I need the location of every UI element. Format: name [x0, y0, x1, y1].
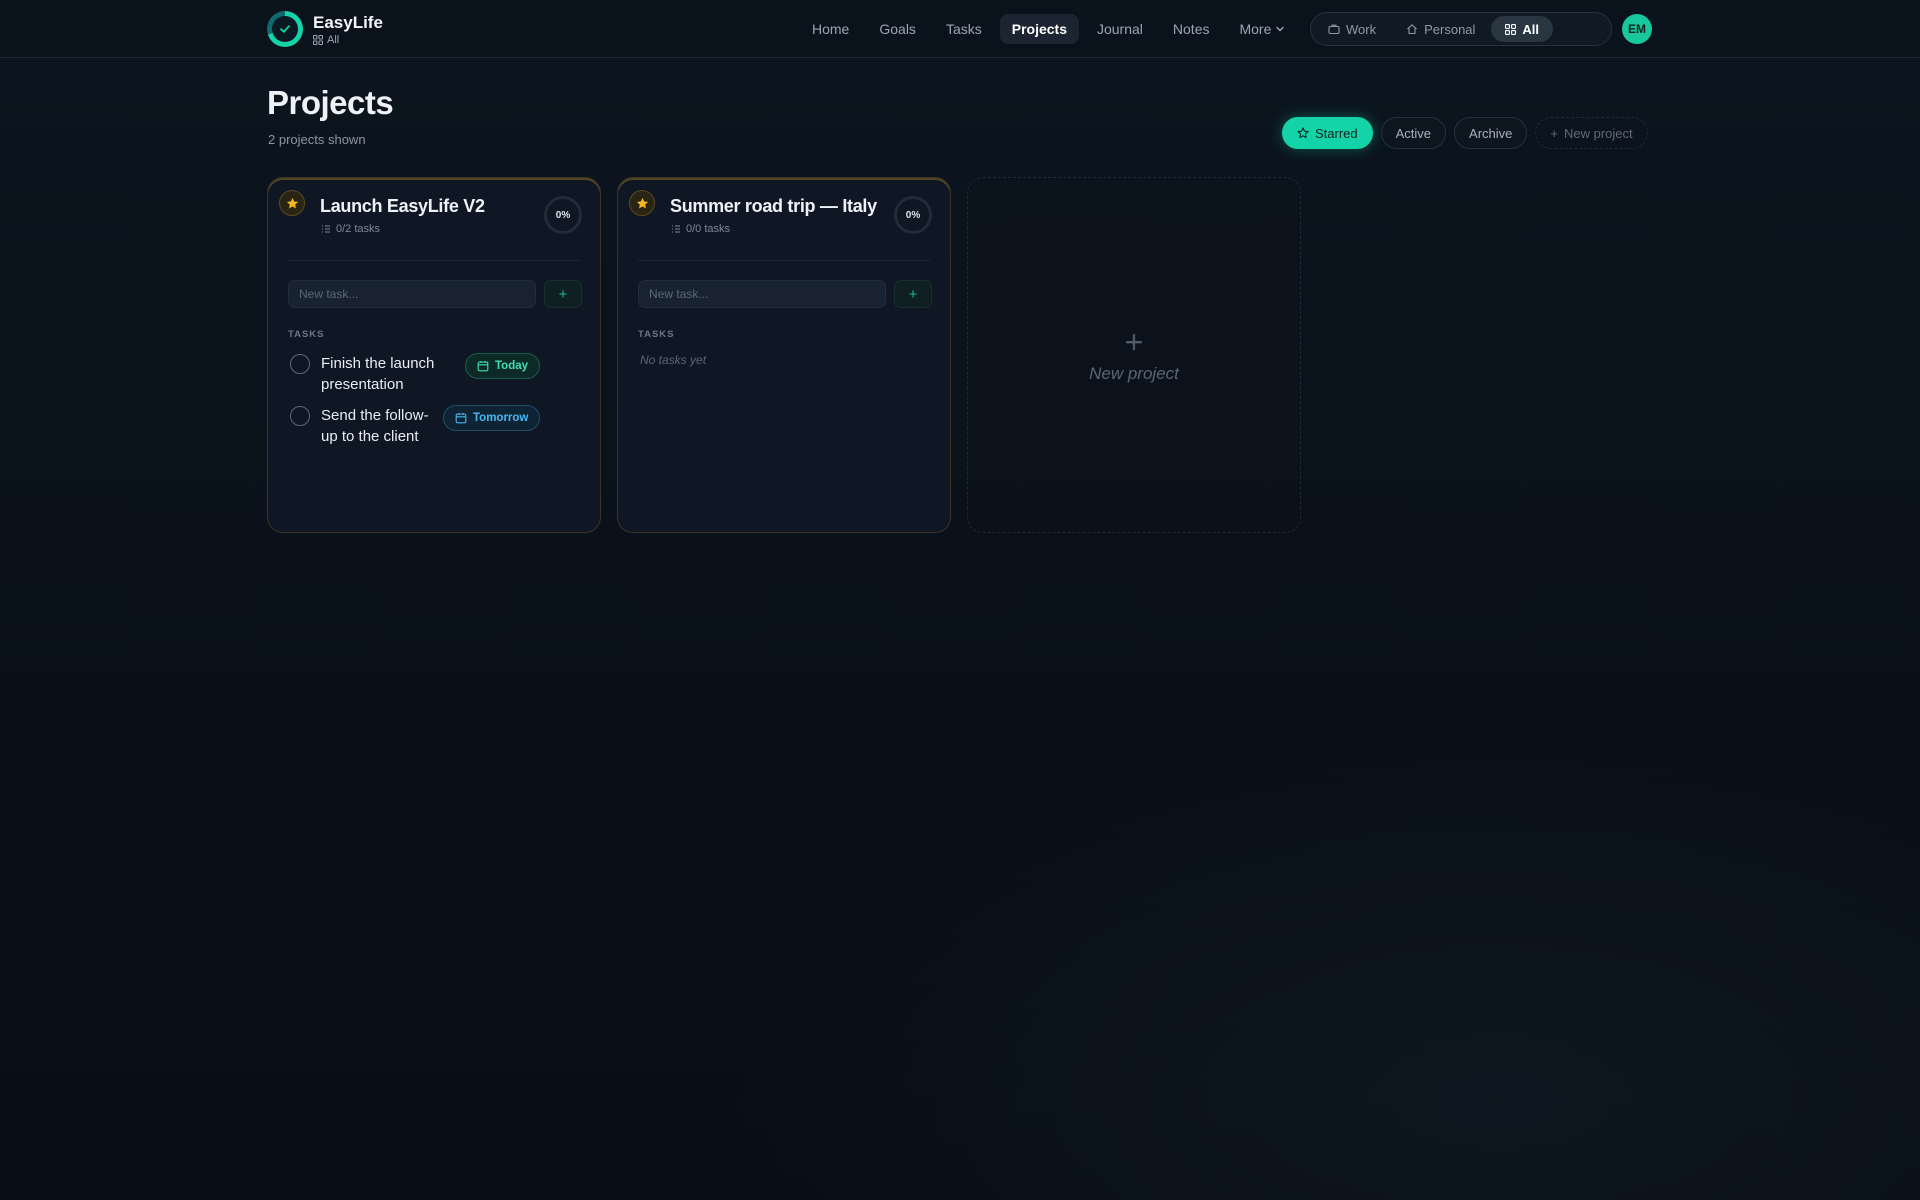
task-checkbox[interactable]: [290, 354, 310, 374]
nav-more[interactable]: More: [1227, 14, 1297, 44]
task-text[interactable]: Send the follow-up to the client: [321, 406, 437, 447]
nav-more-label: More: [1239, 21, 1272, 37]
new-project-button-label: New project: [1564, 125, 1633, 141]
context-personal-label: Personal: [1424, 21, 1476, 37]
star-outline-icon: [1297, 127, 1309, 139]
context-work[interactable]: Work: [1314, 16, 1390, 42]
nav-journal[interactable]: Journal: [1085, 14, 1155, 44]
project-task-count-label: 0/2 tasks: [336, 223, 381, 235]
list-icon: [672, 225, 680, 233]
context-work-label: Work: [1346, 21, 1377, 37]
new-project-button[interactable]: + New project: [1535, 117, 1648, 149]
brand-context-label: All: [327, 33, 340, 46]
nav-notes[interactable]: Notes: [1161, 14, 1222, 44]
brand-context: All: [313, 34, 383, 46]
briefcase-icon: [1328, 24, 1340, 35]
page-subtitle: 2 projects shown: [268, 132, 366, 147]
task-checkbox[interactable]: [290, 406, 310, 426]
progress-ring: 0%: [894, 196, 932, 234]
star-toggle-button[interactable]: [629, 190, 655, 216]
nav-goals[interactable]: Goals: [867, 14, 928, 44]
context-all-label: All: [1522, 21, 1540, 37]
project-task-count: 0/2 tasks: [321, 223, 380, 235]
progress-ring: 0%: [544, 196, 582, 234]
context-switcher: Work Personal All: [1310, 12, 1612, 46]
avatar[interactable]: EM: [1622, 14, 1652, 44]
project-task-count: 0/0 tasks: [671, 223, 730, 235]
calendar-icon: [477, 361, 489, 372]
brand[interactable]: EasyLife All: [267, 11, 383, 47]
due-badge-label: Today: [495, 360, 529, 372]
nav-tasks[interactable]: Tasks: [934, 14, 994, 44]
context-all[interactable]: All: [1491, 16, 1554, 42]
star-toggle-button[interactable]: [279, 190, 305, 216]
home-icon: [1407, 24, 1417, 35]
star-icon: [286, 197, 298, 208]
chevron-down-icon: [1276, 26, 1285, 32]
grid-icon: [313, 34, 323, 45]
grid-icon: [1505, 23, 1517, 35]
star-icon: [636, 197, 648, 208]
filter-active[interactable]: Active: [1380, 117, 1447, 149]
new-task-input[interactable]: [288, 280, 536, 308]
due-badge-today[interactable]: Today: [465, 353, 541, 379]
project-card[interactable]: Summer road trip — Italy 0/0 tasks 0% + …: [617, 177, 951, 533]
list-icon: [322, 225, 330, 233]
divider: [288, 260, 580, 261]
project-title[interactable]: Launch EasyLife V2: [320, 196, 485, 217]
nav-home[interactable]: Home: [800, 14, 861, 44]
context-personal[interactable]: Personal: [1392, 16, 1489, 42]
plus-icon: +: [558, 285, 568, 303]
new-project-card[interactable]: + New project: [967, 177, 1301, 533]
new-project-card-label: New project: [1089, 364, 1179, 383]
project-title[interactable]: Summer road trip — Italy: [670, 196, 877, 217]
task-text[interactable]: Finish the launch presentation: [321, 354, 447, 395]
add-task-button[interactable]: +: [544, 280, 582, 308]
plus-icon: +: [908, 285, 918, 303]
tasks-section-label: TASKS: [288, 329, 325, 340]
main-nav: Home Goals Tasks Projects Journal Notes …: [800, 14, 1297, 44]
filter-starred-label: Starred: [1315, 125, 1358, 141]
empty-tasks-note: No tasks yet: [640, 353, 707, 367]
new-task-input[interactable]: [638, 280, 886, 308]
project-card[interactable]: Launch EasyLife V2 0/2 tasks 0% + TASKS …: [267, 177, 601, 533]
project-task-count-label: 0/0 tasks: [686, 223, 731, 235]
due-badge-tomorrow[interactable]: Tomorrow: [443, 405, 541, 431]
tasks-section-label: TASKS: [638, 329, 675, 340]
filter-starred[interactable]: Starred: [1282, 117, 1373, 149]
add-task-button[interactable]: +: [894, 280, 932, 308]
page-title: Projects: [267, 84, 394, 121]
top-bar: EasyLife All Home Goals Tasks Projects J…: [0, 0, 1920, 58]
calendar-icon: [455, 413, 467, 424]
project-filters: Starred Active Archive + New project: [1282, 117, 1648, 149]
nav-projects[interactable]: Projects: [999, 14, 1079, 44]
plus-icon: +: [1124, 324, 1144, 360]
logo-icon: [267, 11, 303, 47]
filter-archive[interactable]: Archive: [1454, 117, 1528, 149]
plus-icon: +: [1550, 125, 1558, 141]
divider: [638, 260, 930, 261]
brand-name: EasyLife: [313, 12, 383, 32]
due-badge-label: Tomorrow: [473, 412, 529, 424]
